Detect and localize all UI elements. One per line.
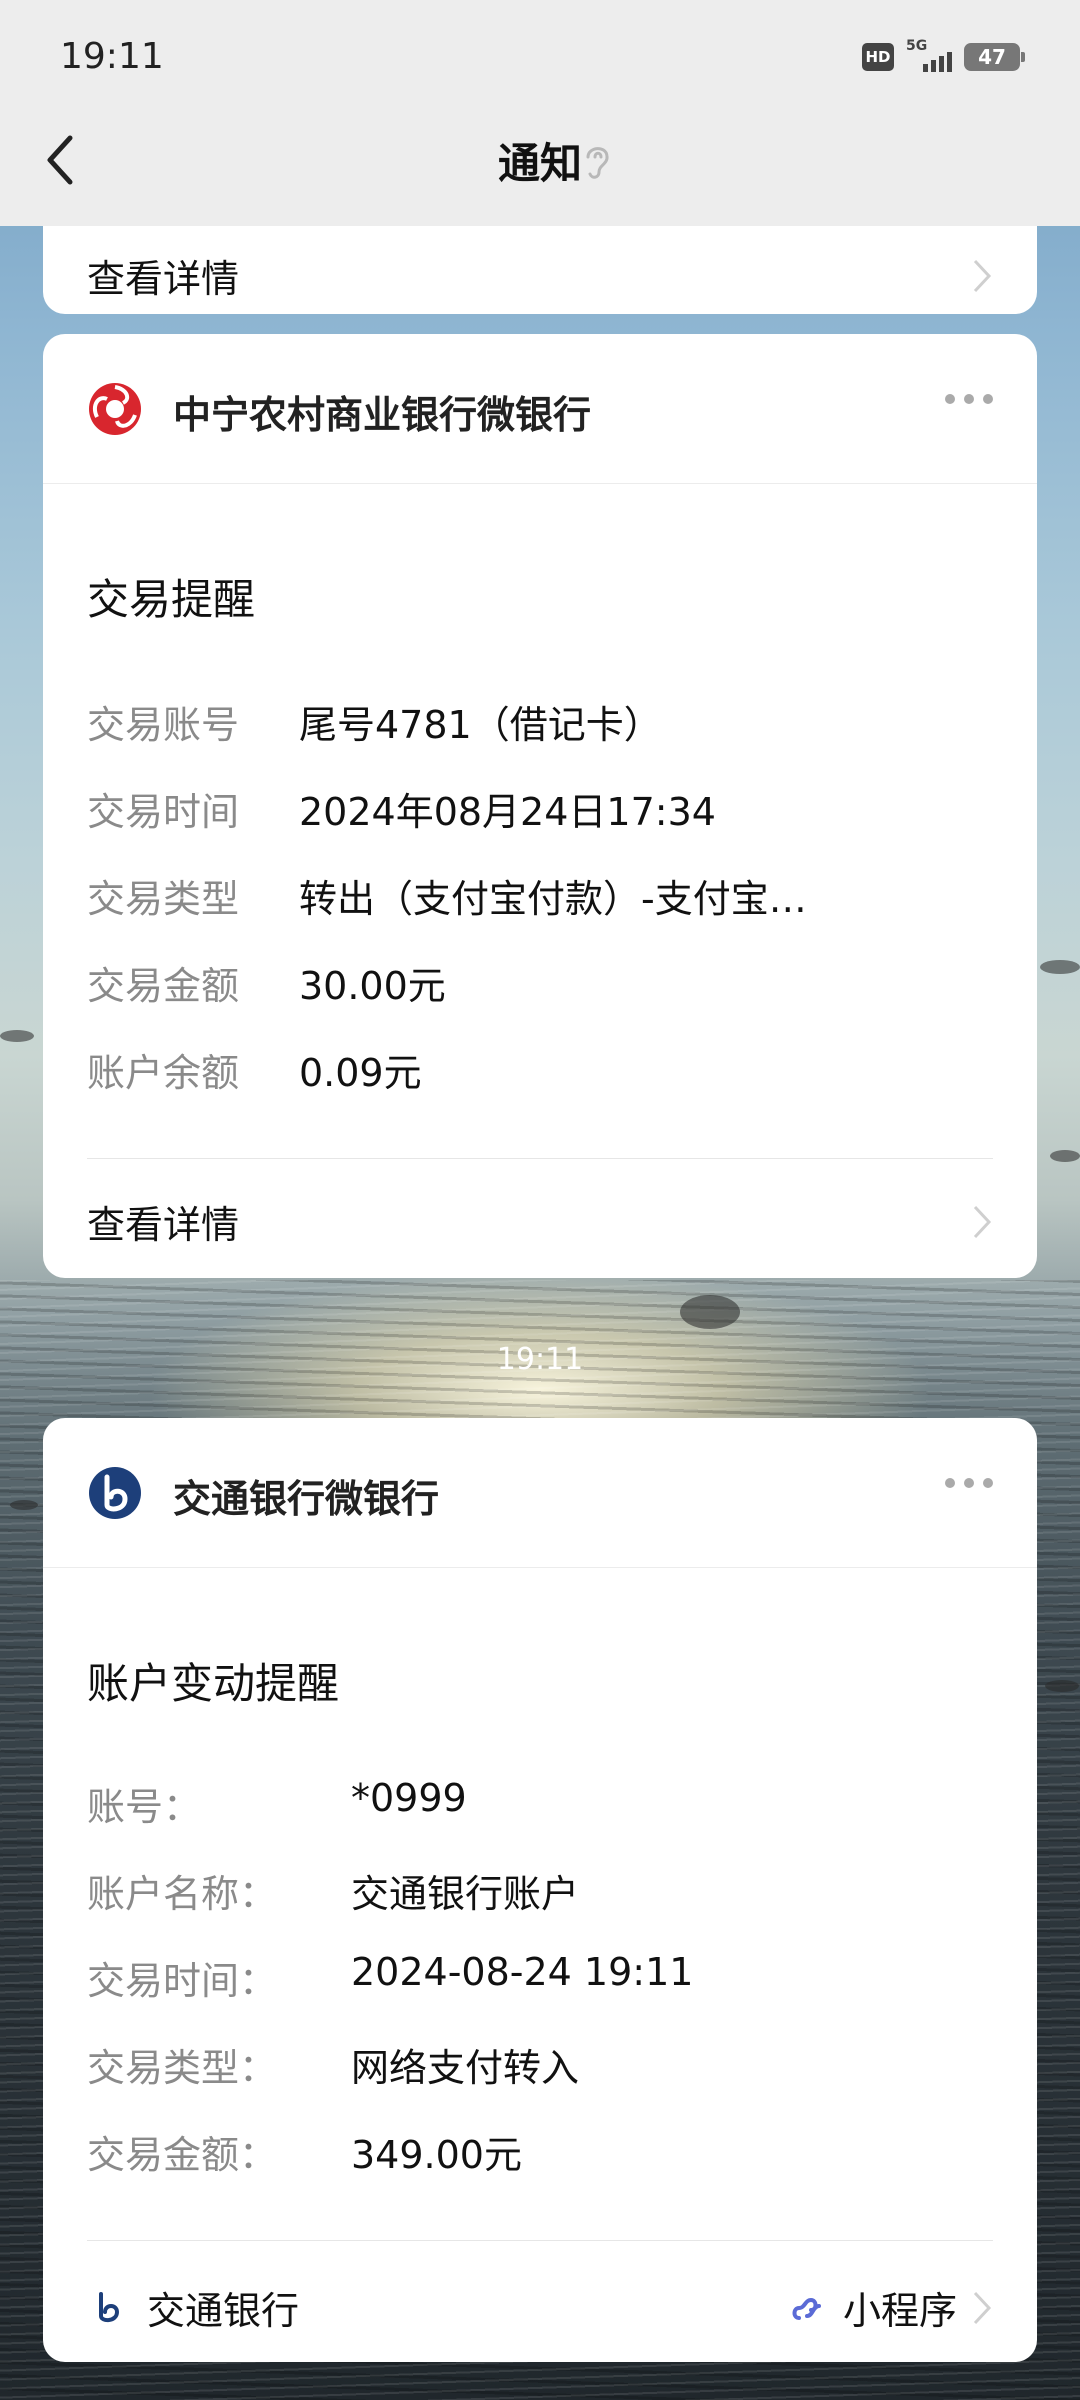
info-value: *0999 <box>351 1776 467 1820</box>
view-details-label: 查看详情 <box>87 1203 240 1247</box>
info-row: 交易账号 尾号4781（借记卡） <box>87 694 993 749</box>
info-row: 交易金额 30.00元 <box>87 955 993 1010</box>
bank-name: 中宁农村商业银行微银行 <box>173 393 592 437</box>
info-value: 2024-08-24 19:11 <box>351 1950 694 1994</box>
info-row: 账号： *0999 <box>87 1776 993 1831</box>
info-key: 交易金额： <box>87 2133 278 2177</box>
info-row: 交易类型 转出（支付宝付款）-支付宝… <box>87 868 993 923</box>
hd-icon: HD <box>862 43 894 71</box>
ear-icon[interactable] <box>580 141 614 181</box>
info-value: 交通银行账户 <box>351 1872 580 1916</box>
info-value: 349.00元 <box>351 2133 522 2177</box>
info-row: 账户名称： 交通银行账户 <box>87 1863 993 1918</box>
view-details-row[interactable]: 查看详情 <box>87 1194 993 1249</box>
message-title: 账户变动提醒 <box>87 1659 340 1708</box>
mini-program-label: 小程序 <box>842 2289 957 2333</box>
battery-level: 47 <box>978 45 1006 69</box>
battery-icon: 47 <box>964 43 1025 71</box>
more-options-button[interactable] <box>945 1478 993 1488</box>
previous-card-clip: 查看详情 <box>0 226 1080 316</box>
info-row: 交易时间： 2024-08-24 19:11 <box>87 1950 993 2005</box>
divider <box>87 2240 993 2241</box>
card-header: 中宁农村商业银行微银行 <box>43 334 1037 484</box>
previous-card: 查看详情 <box>43 226 1037 314</box>
notification-card-zhongning: 中宁农村商业银行微银行 交易提醒 交易账号 尾号4781（借记卡） 交易时间 2… <box>43 334 1037 1278</box>
bank-name: 交通银行微银行 <box>173 1477 440 1521</box>
info-value: 0.09元 <box>299 1051 422 1095</box>
mini-program-row[interactable]: 交通银行 小程序 <box>87 2280 993 2335</box>
background-bird <box>10 1500 38 1510</box>
view-details-row[interactable]: 查看详情 <box>87 248 993 303</box>
info-value: 2024年08月24日17:34 <box>299 790 716 834</box>
mini-program-icon <box>792 2297 821 2320</box>
footer-bank-name: 交通银行 <box>147 2289 300 2333</box>
message-time-separator: 19:11 <box>496 1342 584 1377</box>
background-bird <box>680 1295 740 1329</box>
signal-icon: 5G <box>906 38 952 72</box>
info-key: 交易账号 <box>87 703 240 747</box>
notification-card-bocom: 交通银行微银行 账户变动提醒 账号： *0999 账户名称： 交通银行账户 交易… <box>43 1418 1037 2362</box>
background-bird <box>0 1030 34 1042</box>
info-key: 交易类型： <box>87 2046 278 2090</box>
info-value: 30.00元 <box>299 964 446 1008</box>
info-row: 交易类型： 网络支付转入 <box>87 2037 993 2092</box>
info-value: 尾号4781（借记卡） <box>299 703 662 747</box>
mini-program-link[interactable]: 小程序 <box>789 2280 993 2335</box>
view-details-label: 查看详情 <box>87 257 240 301</box>
card-header: 交通银行微银行 <box>43 1418 1037 1568</box>
bocom-bank-logo <box>89 1467 141 1519</box>
page-title: 通知 <box>497 139 582 188</box>
chevron-right-icon <box>973 1205 992 1238</box>
header-bar: 19:11 HD 5G 47 通知 <box>0 0 1080 226</box>
background-bird <box>1040 960 1080 974</box>
info-row: 账户余额 0.09元 <box>87 1042 993 1097</box>
info-value: 转出（支付宝付款）-支付宝… <box>299 877 807 921</box>
info-key: 交易类型 <box>87 877 240 921</box>
more-options-button[interactable] <box>945 394 993 404</box>
bocom-footer-logo <box>99 2291 120 2322</box>
info-row: 交易时间 2024年08月24日17:34 <box>87 781 993 836</box>
info-key: 账户名称： <box>87 1872 278 1916</box>
info-row: 交易金额： 349.00元 <box>87 2124 993 2179</box>
chevron-right-icon <box>973 2291 992 2324</box>
info-key: 交易时间 <box>87 790 240 834</box>
info-key: 账户余额 <box>87 1051 240 1095</box>
background-bird <box>1050 1150 1080 1162</box>
info-key: 交易金额 <box>87 964 240 1008</box>
status-icons: HD 5G 47 <box>862 38 1025 72</box>
background-bird <box>1045 1680 1079 1692</box>
zhongning-bank-logo <box>89 383 141 435</box>
status-time: 19:11 <box>60 36 164 77</box>
chevron-right-icon <box>973 259 992 292</box>
message-title: 交易提醒 <box>87 575 256 624</box>
divider <box>87 1158 993 1159</box>
info-value: 网络支付转入 <box>351 2046 580 2090</box>
info-key: 交易时间： <box>87 1959 278 2003</box>
info-key: 账号： <box>87 1785 202 1829</box>
